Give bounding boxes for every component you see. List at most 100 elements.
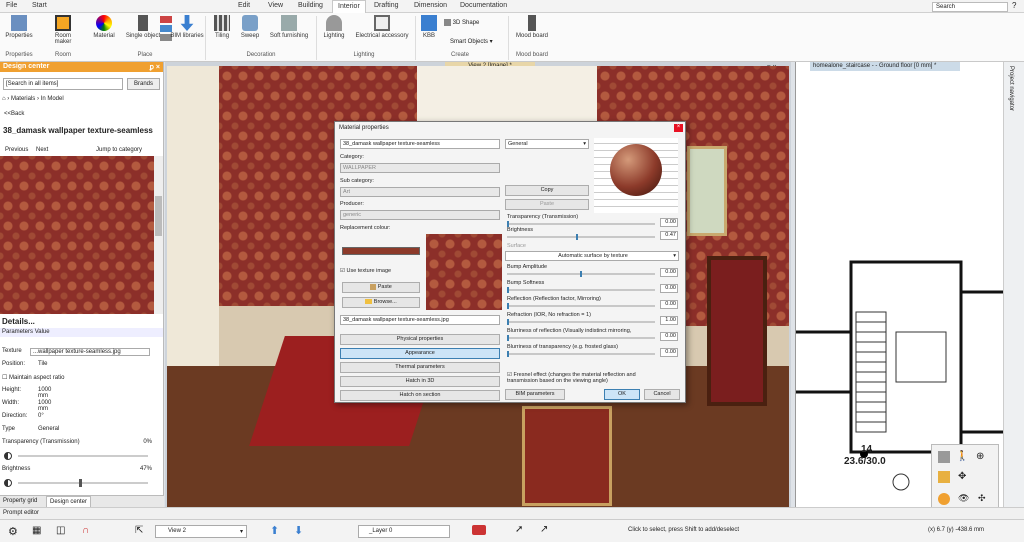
prop-maintain-aspect[interactable]: ☐ Maintain aspect ratio (2, 374, 64, 381)
project-navigator-strip[interactable]: Project navigator (1003, 62, 1024, 520)
param-slider[interactable] (507, 335, 655, 341)
settings-gear-icon[interactable]: ⚙ (8, 525, 18, 538)
menu-drafting[interactable]: Drafting (374, 2, 399, 9)
select-arrow-icon[interactable]: ➚ (515, 524, 523, 535)
magnet-icon[interactable]: ∩ (82, 525, 89, 536)
physical-properties-button[interactable]: Physical properties (340, 334, 500, 345)
param-slider[interactable] (507, 319, 655, 325)
copy-button[interactable]: Copy (505, 185, 589, 196)
floor-plan-viewport[interactable]: homealone_staircase - - Ground floor [0 … (795, 62, 1004, 520)
grid-icon[interactable]: ▦ (32, 525, 41, 536)
cancel-button[interactable]: Cancel (644, 389, 680, 400)
pan-icon[interactable]: ✥ (958, 471, 966, 482)
layer-selector[interactable]: _Layer 0 (358, 525, 450, 538)
producer-select[interactable]: generic (340, 210, 500, 220)
smart-objects-button[interactable]: Smart Objects ▾ (450, 38, 493, 45)
bim-libraries-button[interactable]: BIM libraries (168, 15, 206, 39)
eraser-icon[interactable] (472, 525, 486, 535)
subcategory-select[interactable]: Art (340, 187, 500, 197)
material-button[interactable]: Material (91, 15, 117, 39)
hatch-on-section-button[interactable]: Hatch on section (340, 390, 500, 401)
param-slider[interactable] (507, 271, 655, 277)
help-icon[interactable]: ? (1012, 1, 1016, 10)
thermal-parameters-button[interactable]: Thermal parameters (340, 362, 500, 373)
box-view-icon[interactable] (938, 471, 950, 483)
plan-tab[interactable]: homealone_staircase - - Ground floor [0 … (810, 62, 960, 71)
param-value[interactable]: 0.00 (660, 300, 678, 309)
sweep-button[interactable]: Sweep (238, 15, 262, 39)
design-center-search[interactable]: [Search in all items] (3, 78, 123, 90)
view-selector[interactable]: View 2 ▾ (155, 525, 247, 538)
menu-dimension[interactable]: Dimension (414, 2, 447, 9)
prop-height[interactable]: Height: 1000 mm (2, 387, 51, 399)
material-name-field[interactable]: 38_damask wallpaper texture-seamless (340, 139, 500, 149)
3d-shape-button[interactable]: 3D Shape (444, 19, 479, 26)
cube-view-icon[interactable] (938, 451, 950, 463)
next-button[interactable]: Next (36, 147, 48, 153)
pin-close-icons[interactable]: ꝑ × (150, 63, 160, 71)
bim-parameters-button[interactable]: BIM parameters (505, 389, 565, 400)
mood-board-button[interactable]: Mood board (512, 15, 552, 39)
prop-width[interactable]: Width: 1000 mm (2, 400, 51, 412)
param-value[interactable]: 0.00 (660, 332, 678, 341)
prop-brightness[interactable]: Brightness 47% (2, 466, 152, 472)
jump-to-category-link[interactable]: Jump to category (96, 147, 142, 153)
zoom-icon[interactable]: ⊕ (976, 451, 984, 462)
category-select[interactable]: WALLPAPER (340, 163, 500, 173)
project-navigator-tab[interactable]: Project navigator (1008, 66, 1014, 111)
prop-type[interactable]: Type General (2, 426, 59, 432)
search-input[interactable]: Search (932, 2, 1008, 12)
breadcrumb-in-model[interactable]: In Model (41, 96, 64, 102)
param-value[interactable]: 0.00 (660, 284, 678, 293)
eye-icon[interactable]: 👁 (958, 493, 969, 504)
up-arrow-icon[interactable]: ⬆ (270, 524, 279, 537)
param-slider[interactable] (507, 351, 655, 357)
soft-furnishing-button[interactable]: Soft furnishing (266, 15, 312, 39)
paste-texture-button[interactable]: Paste (342, 282, 420, 293)
tiling-button[interactable]: Tiling (210, 15, 234, 39)
tab-property-grid[interactable]: Property grid (3, 498, 37, 504)
dialog-close-button[interactable]: × (674, 124, 683, 132)
prop-texture[interactable]: Texture ...wallpaper texture-seamless.jpg (2, 348, 150, 356)
param-value[interactable]: 0.47 (660, 231, 678, 240)
param-slider[interactable] (507, 287, 655, 293)
kbb-button[interactable]: KBB (418, 15, 440, 39)
electrical-accessory-button[interactable]: Electrical accessory (352, 15, 412, 39)
hatch-in-3d-button[interactable]: Hatch in 3D (340, 376, 500, 387)
sun-icon[interactable] (938, 493, 950, 505)
texture-file-field[interactable]: 38_damask wallpaper texture-seamless.jpg (340, 315, 500, 325)
prop-transparency[interactable]: Transparency (Transmission) 0% (2, 439, 152, 445)
param-value[interactable]: 0.00 (660, 348, 678, 357)
previous-button[interactable]: Previous (5, 147, 28, 153)
param-slider[interactable] (507, 303, 655, 309)
transparency-slider[interactable] (4, 452, 154, 460)
prompt-editor[interactable]: Prompt editor (0, 507, 1024, 519)
walk-icon[interactable]: 🚶 (956, 451, 968, 462)
move-icon[interactable]: ✣ (978, 493, 986, 504)
param-value[interactable]: 0.00 (660, 218, 678, 227)
appearance-button[interactable]: Appearance (340, 348, 500, 359)
menu-building[interactable]: Building (298, 2, 323, 9)
snap-icon[interactable]: ◫ (56, 525, 65, 536)
preview-scrollbar[interactable] (154, 156, 163, 314)
room-maker-button[interactable]: Room maker (46, 15, 80, 45)
pointer-icon[interactable]: ⇱ (135, 525, 143, 536)
down-arrow-icon[interactable]: ⬇ (294, 524, 303, 537)
prop-position[interactable]: Position: Tile (2, 361, 47, 367)
brightness-slider[interactable] (4, 479, 154, 487)
ok-button[interactable]: OK (604, 389, 640, 400)
menu-edit[interactable]: Edit (238, 2, 250, 9)
lighting-button[interactable]: Lighting (320, 15, 348, 39)
param-value[interactable]: 0.00 (660, 268, 678, 277)
menu-interior[interactable]: Interior (332, 0, 366, 13)
menu-documentation[interactable]: Documentation (460, 2, 507, 9)
browse-button[interactable]: Browse... (342, 297, 420, 308)
menu-start[interactable]: Start (32, 2, 47, 9)
breadcrumb-materials[interactable]: Materials (11, 96, 35, 102)
menu-file[interactable]: File (6, 2, 17, 9)
properties-button[interactable]: Properties (4, 15, 34, 39)
param-slider[interactable] (507, 221, 655, 227)
back-link[interactable]: <<Back (4, 111, 24, 117)
surface-select[interactable]: Automatic surface by texture ▾ (505, 251, 679, 261)
edit-arrow-icon[interactable]: ↗ (540, 524, 548, 535)
